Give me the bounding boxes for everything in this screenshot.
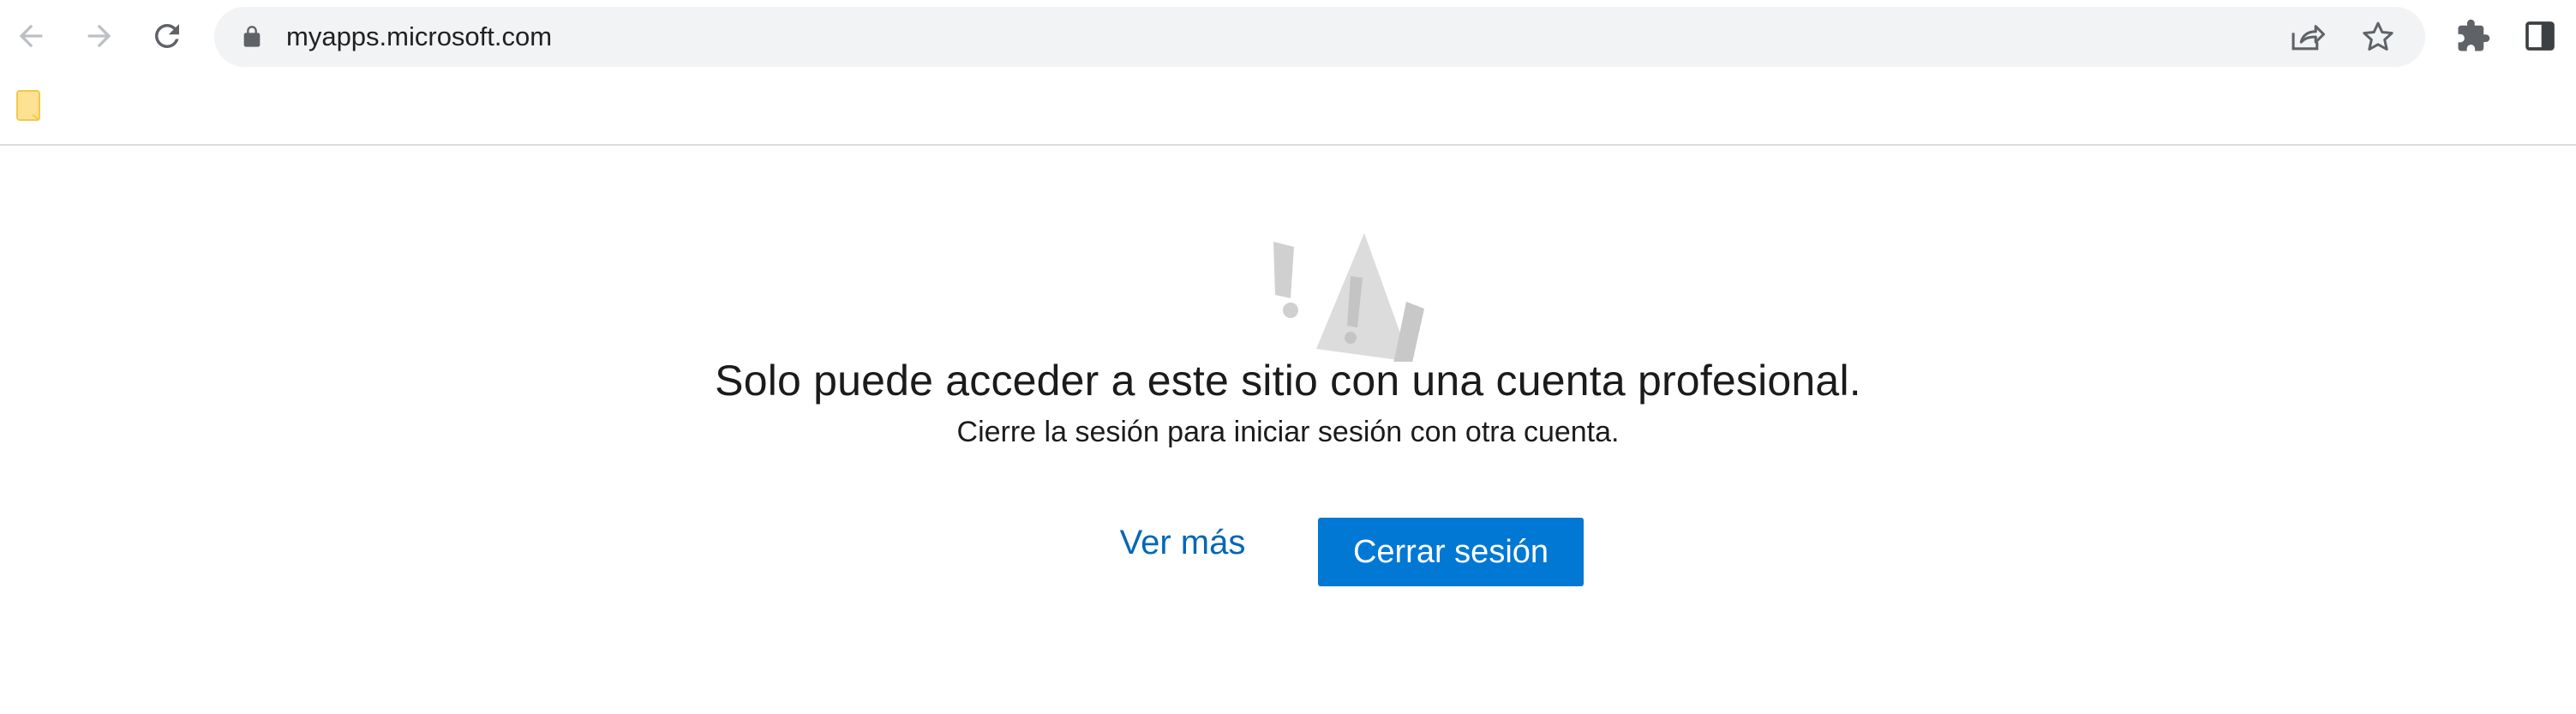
- back-button[interactable]: [3, 9, 58, 63]
- reload-icon: [155, 23, 179, 48]
- side-panel-button[interactable]: [2513, 9, 2567, 63]
- address-bar[interactable]: myapps.microsoft.com: [214, 7, 2425, 67]
- sign-out-button[interactable]: Cerrar sesión: [1318, 518, 1584, 586]
- puzzle-icon: [2458, 19, 2490, 51]
- bookmark-folder[interactable]: [15, 89, 43, 128]
- extensions-button[interactable]: [2446, 9, 2501, 63]
- arrow-left-icon: [19, 24, 43, 48]
- bookmarks-bar: [0, 74, 2576, 146]
- share-icon: [2291, 25, 2325, 51]
- url-text[interactable]: myapps.microsoft.com: [286, 7, 552, 67]
- folder-icon: [16, 90, 40, 121]
- share-button[interactable]: [2288, 17, 2327, 57]
- see-more-link[interactable]: Ver más: [1105, 521, 1260, 564]
- page-heading: Solo puede acceder a este sitio con una …: [715, 357, 1861, 405]
- side-panel-icon: [2525, 21, 2555, 51]
- lock-icon: [243, 26, 261, 47]
- forward-button[interactable]: [72, 9, 127, 63]
- warning-illustration: [1273, 233, 1424, 362]
- page-subtext: Cierre la sesión para iniciar sesión con…: [956, 416, 1620, 448]
- star-icon: [2363, 21, 2393, 51]
- bookmark-star-button[interactable]: [2358, 17, 2398, 57]
- page-content: Solo puede acceder a este sitio con una …: [0, 146, 2576, 714]
- browser-toolbar: myapps.microsoft.com: [0, 0, 2576, 74]
- arrow-right-icon: [87, 24, 111, 48]
- reload-button[interactable]: [140, 9, 195, 63]
